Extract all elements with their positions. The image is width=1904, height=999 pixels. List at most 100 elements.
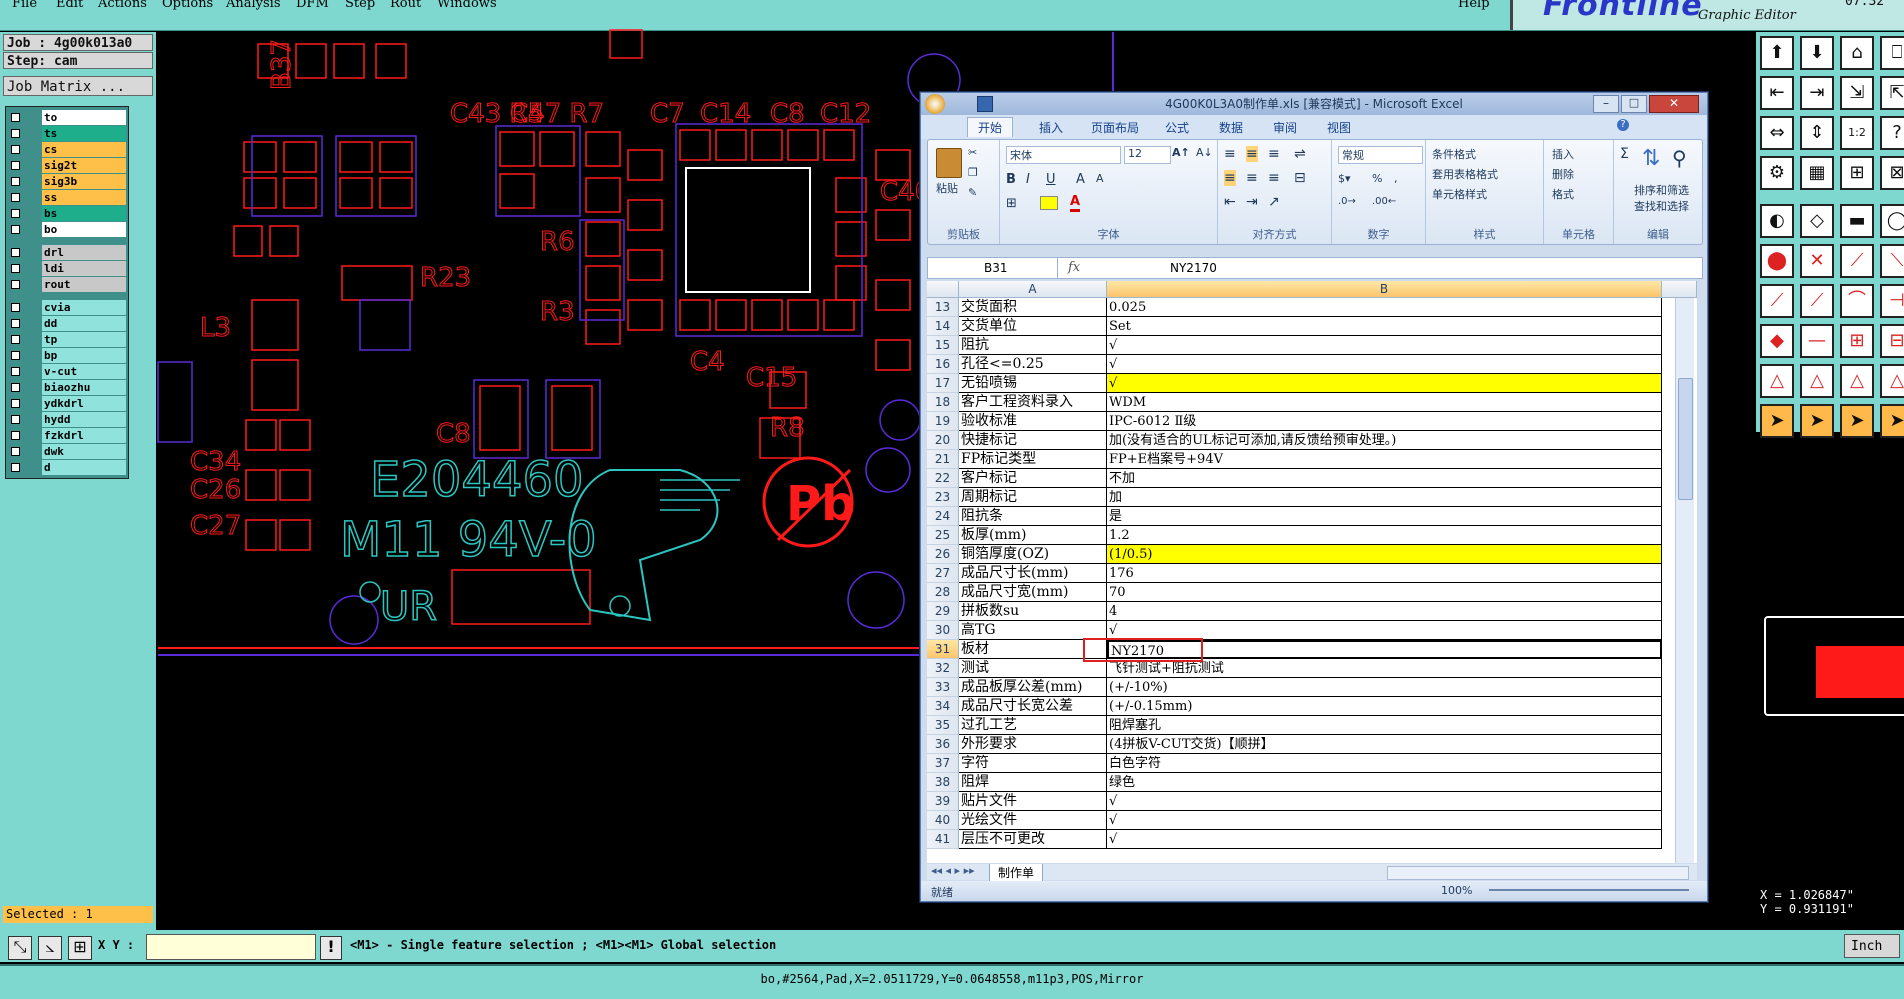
layer-row[interactable]: ydkdrl [6, 396, 128, 411]
italic-icon[interactable]: I [1026, 172, 1030, 187]
row-number[interactable]: 31 [927, 640, 959, 659]
cell-b[interactable]: 4 [1107, 602, 1662, 621]
font-name-select[interactable]: 宋体 [1006, 146, 1121, 164]
layer-checkbox[interactable] [11, 161, 20, 170]
underline-icon[interactable]: U [1046, 172, 1056, 187]
pan-right-icon[interactable]: ⇥ [1800, 76, 1834, 110]
menu-options[interactable]: Options [162, 0, 213, 11]
cell-a[interactable]: 客户工程资料录入 [959, 393, 1107, 412]
window-icon[interactable]: ⎕ [1880, 36, 1904, 70]
sheet-tab[interactable]: 制作单 [989, 864, 1044, 882]
cell-b[interactable]: Set [1107, 317, 1662, 336]
layer-row[interactable]: bs [6, 206, 128, 221]
cell-a[interactable]: 贴片文件 [959, 792, 1107, 811]
row-number[interactable]: 14 [927, 317, 959, 336]
job-matrix-button[interactable]: Job Matrix ... [3, 76, 153, 96]
row-number[interactable]: 30 [927, 621, 959, 640]
layer-row[interactable]: tp [6, 332, 128, 347]
cell-a[interactable]: 交货单位 [959, 317, 1107, 336]
cell-a[interactable]: 光绘文件 [959, 811, 1107, 830]
tab-home[interactable]: 开始 [967, 117, 1014, 137]
segment-icon[interactable]: ⟋ [1800, 284, 1834, 318]
row-number[interactable]: 28 [927, 583, 959, 602]
cell-b[interactable]: (+/-10%) [1107, 678, 1662, 697]
pointer-icon[interactable]: ➤ [1840, 404, 1874, 438]
diamond-icon[interactable]: ◇ [1800, 204, 1834, 238]
cell-b[interactable]: √ [1107, 830, 1662, 849]
dash-icon[interactable]: — [1800, 324, 1834, 358]
grow-font-icon[interactable]: A↑ [1172, 146, 1190, 159]
tab-data[interactable]: 数据 [1219, 119, 1243, 136]
layer-row[interactable]: ts [6, 126, 128, 141]
decrease-decimal-icon[interactable]: .00← [1372, 196, 1396, 207]
layer-name[interactable]: sig3b [42, 174, 126, 189]
delete-cells-button[interactable]: 删除 [1552, 166, 1574, 182]
function-icon[interactable]: fx [1068, 258, 1080, 278]
cell-a[interactable]: 周期标记 [959, 488, 1107, 507]
layer-row[interactable]: sig2t [6, 158, 128, 173]
cell-a[interactable]: 成品尺寸长(mm) [959, 564, 1107, 583]
layer-checkbox[interactable] [11, 280, 20, 289]
layer-row[interactable]: biaozhu [6, 380, 128, 395]
menu-file[interactable]: File [12, 0, 37, 11]
cell-b[interactable]: √ [1107, 336, 1662, 355]
menu-windows[interactable]: Windows [437, 0, 497, 11]
row-number[interactable]: 39 [927, 792, 959, 811]
cell-a[interactable]: 过孔工艺 [959, 716, 1107, 735]
layer-name[interactable]: ts [42, 126, 126, 141]
measure-icon[interactable]: ⦣ [38, 936, 62, 960]
row-number[interactable]: 36 [927, 735, 959, 754]
layer-checkbox[interactable] [11, 129, 20, 138]
layer-row[interactable]: cvia [6, 300, 128, 315]
cell-b[interactable]: 加(没有适合的UL标记可添加,请反馈给预审处理。) [1107, 431, 1662, 450]
align-middle-icon[interactable]: ≡ [1246, 146, 1258, 162]
row-number[interactable]: 40 [927, 811, 959, 830]
layer-row[interactable]: rout [6, 277, 128, 292]
cell-a[interactable]: 层压不可更改 [959, 830, 1107, 849]
cell-b[interactable]: √ [1107, 355, 1662, 374]
layer-row[interactable]: ss [6, 190, 128, 205]
scale-icon[interactable]: 1:2 [1840, 116, 1874, 150]
cell-styles-button[interactable]: 单元格样式 [1432, 186, 1487, 202]
align-left-icon[interactable]: ≡ [1224, 170, 1236, 186]
help-icon[interactable]: ? [1880, 116, 1904, 150]
slash-icon[interactable]: ⟋ [1840, 244, 1874, 278]
menu-step[interactable]: Step [345, 0, 375, 11]
comma-icon[interactable]: , [1394, 172, 1398, 185]
number-format-select[interactable]: 常规 [1338, 146, 1423, 164]
tab-insert[interactable]: 插入 [1039, 119, 1063, 136]
rotate-icon[interactable]: ◆ [1760, 324, 1794, 358]
row-number[interactable]: 41 [927, 830, 959, 849]
format-as-table-button[interactable]: 套用表格格式 [1432, 166, 1498, 182]
layer-name[interactable]: dd [42, 316, 126, 331]
cross-icon[interactable]: ✕ [1800, 244, 1834, 278]
row-number[interactable]: 21 [927, 450, 959, 469]
grid-icon[interactable]: ▦ [1800, 156, 1834, 190]
cell-b[interactable]: 阻焊塞孔 [1107, 716, 1662, 735]
zoom-vert-icon[interactable]: ⇕ [1800, 116, 1834, 150]
layer-name[interactable]: fzkdrl [42, 428, 126, 443]
cell-a[interactable]: 字符 [959, 754, 1107, 773]
layer-row[interactable]: dwk [6, 444, 128, 459]
formula-input[interactable]: NY2170 [1170, 258, 1217, 278]
layer-name[interactable]: ldi [42, 261, 126, 276]
vertical-scrollbar[interactable] [1675, 298, 1694, 863]
fill-color-icon[interactable] [1040, 196, 1058, 210]
row-number[interactable]: 20 [927, 431, 959, 450]
tab-view[interactable]: 视图 [1327, 119, 1351, 136]
row-number[interactable]: 15 [927, 336, 959, 355]
cell-a[interactable]: 验收标准 [959, 412, 1107, 431]
layer-checkbox[interactable] [11, 351, 20, 360]
arc-icon[interactable]: ⌒ [1840, 284, 1874, 318]
shrink-icon[interactable]: A [1096, 172, 1104, 185]
sort-filter-icon[interactable]: ⇅ [1642, 146, 1660, 171]
layer-row[interactable]: v-cut [6, 364, 128, 379]
insert-cells-button[interactable]: 插入 [1552, 146, 1574, 162]
align-top-icon[interactable]: ≡ [1224, 146, 1236, 162]
cell-b[interactable]: 70 [1107, 583, 1662, 602]
layer-checkbox[interactable] [11, 264, 20, 273]
sheet-nav-icon[interactable]: ◂◂ ◂ ▸ ▸▸ [931, 864, 975, 877]
cell-b[interactable]: 绿色 [1107, 773, 1662, 792]
line-tool-icon[interactable]: ⟋ [1760, 284, 1794, 318]
layer-checkbox[interactable] [11, 319, 20, 328]
